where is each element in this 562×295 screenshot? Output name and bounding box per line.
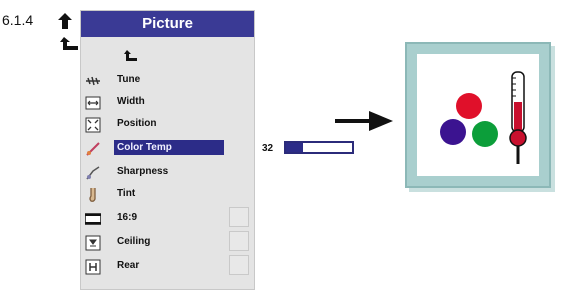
option-box[interactable]	[229, 231, 249, 251]
menu-item-label: Tint	[117, 188, 136, 199]
position-icon	[85, 117, 101, 133]
menu-item-ceiling[interactable]: Ceiling	[81, 231, 254, 253]
menu-item-16-9[interactable]: 16:9	[81, 207, 254, 229]
tune-icon	[85, 73, 101, 89]
return-arrow-icon	[55, 12, 75, 35]
ceiling-icon	[85, 235, 101, 251]
menu-item-sharpness[interactable]: Sharpness	[81, 163, 254, 183]
color-temp-icon	[85, 141, 101, 157]
aspect-16-9-icon	[84, 211, 102, 227]
menu-item-tint[interactable]: Tint	[81, 185, 254, 205]
menu-item-label: Rear	[117, 260, 140, 271]
option-box[interactable]	[229, 255, 249, 275]
return-arrow-icon	[60, 36, 80, 59]
picture-menu: Picture Tune Width Position Color Temp S…	[80, 10, 255, 290]
width-icon	[85, 95, 101, 111]
slider-track[interactable]	[284, 141, 354, 154]
menu-item-label: Sharpness	[117, 166, 169, 177]
menu-item-label: Tune	[117, 74, 141, 85]
menu-item-color-temp[interactable]: Color Temp	[81, 139, 254, 159]
menu-title: Picture	[81, 11, 254, 37]
color-temp-illustration	[417, 54, 539, 176]
menu-item-label: Position	[117, 118, 157, 129]
tint-icon	[85, 187, 101, 203]
menu-item-label: 16:9	[117, 212, 138, 223]
menu-item-label: Color Temp	[117, 142, 172, 153]
menu-item-width[interactable]: Width	[81, 93, 254, 113]
slider-fill	[286, 143, 303, 152]
option-box[interactable]	[229, 207, 249, 227]
rear-icon	[85, 259, 101, 275]
menu-item-position[interactable]: Position	[81, 115, 254, 135]
section-number: 6.1.4	[2, 12, 34, 28]
right-arrow-icon	[335, 111, 393, 136]
sharpness-icon	[85, 165, 101, 181]
rgb-thermometer-icon	[440, 71, 527, 164]
menu-item-label: Width	[117, 96, 145, 107]
menu-item-rear[interactable]: Rear	[81, 255, 254, 277]
slider-value: 32	[262, 143, 274, 154]
menu-item-tune[interactable]: Tune	[81, 71, 254, 91]
color-temp-card	[405, 42, 551, 188]
menu-return-icon[interactable]	[124, 49, 138, 70]
menu-item-label: Ceiling	[117, 236, 151, 247]
